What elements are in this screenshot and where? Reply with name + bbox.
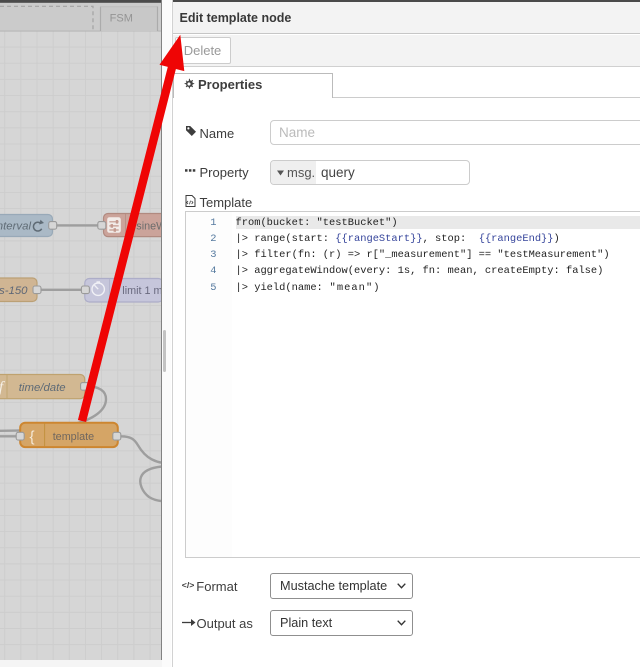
svg-text:FSM: FSM (110, 13, 133, 25)
svg-text:limit 1 msg/s: limit 1 msg/s (122, 285, 162, 297)
svg-text:time/date: time/date (19, 382, 66, 394)
svg-text:s-150: s-150 (0, 285, 28, 297)
svg-text:{: { (29, 429, 34, 446)
svg-text:sineWave: sineWave (136, 220, 162, 232)
svg-text:template: template (53, 431, 94, 443)
svg-text:interval: interval (0, 221, 31, 233)
